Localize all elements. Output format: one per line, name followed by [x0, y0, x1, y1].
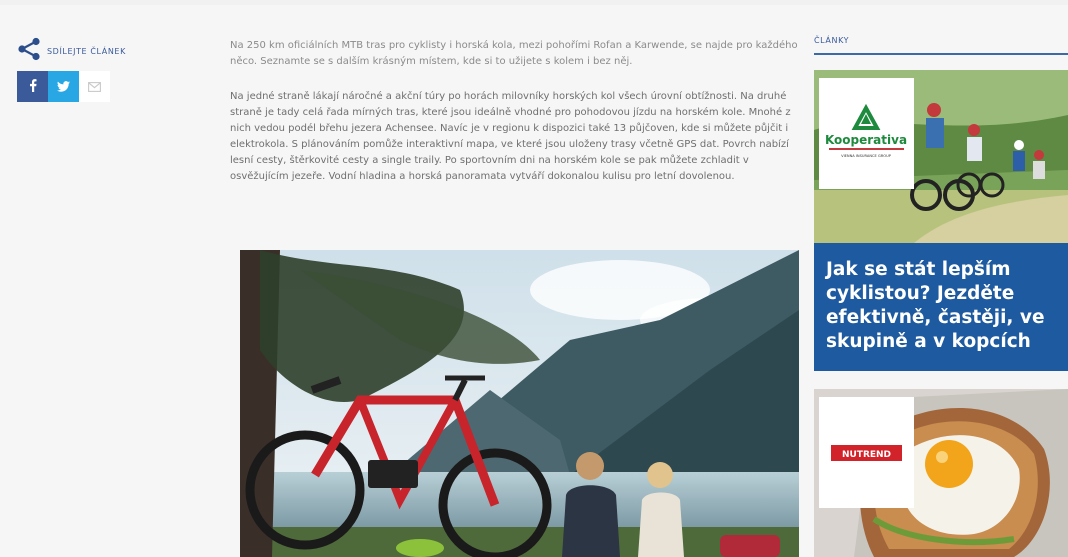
twitter-icon [57, 77, 70, 96]
article-body: Na 250 km oficiálních MTB tras pro cykli… [230, 38, 798, 185]
article-photo [240, 250, 799, 557]
article-card-image: Kooperativa VIENNA INSURANCE GROUP [814, 70, 1068, 243]
twitter-share-button[interactable] [48, 71, 79, 102]
article-intro: Na 250 km oficiálních MTB tras pro cykli… [230, 40, 798, 67]
article-card-nutrend[interactable]: NUTREND [814, 389, 1068, 557]
mail-icon [88, 77, 101, 96]
svg-text:VIENNA INSURANCE GROUP: VIENNA INSURANCE GROUP [841, 154, 892, 158]
svg-text:NUTREND: NUTREND [842, 450, 891, 460]
kooperativa-logo: Kooperativa VIENNA INSURANCE GROUP [819, 78, 914, 189]
facebook-share-button[interactable] [17, 71, 48, 102]
share-label: SDÍLEJTE ČLÁNEK [47, 46, 126, 56]
sidebar-heading: ČLÁNKY [814, 36, 1068, 55]
email-share-button[interactable] [79, 71, 110, 102]
sidebar-divider [814, 53, 1068, 55]
article-paragraph: Na jedné straně lákají náročné a akční t… [230, 91, 791, 182]
article-card-title[interactable]: Jak se stát lepším cyklistou? Jezděte ef… [814, 243, 1068, 371]
article-card-cycling[interactable]: Kooperativa VIENNA INSURANCE GROUP Jak s… [814, 70, 1068, 371]
facebook-icon [29, 77, 37, 96]
nutrend-logo: NUTREND [819, 397, 914, 508]
sidebar-heading-label: ČLÁNKY [814, 36, 850, 45]
share-buttons [17, 71, 110, 102]
share-article-link[interactable]: SDÍLEJTE ČLÁNEK [17, 37, 126, 65]
share-icon [17, 37, 41, 65]
svg-text:Kooperativa: Kooperativa [825, 133, 907, 147]
